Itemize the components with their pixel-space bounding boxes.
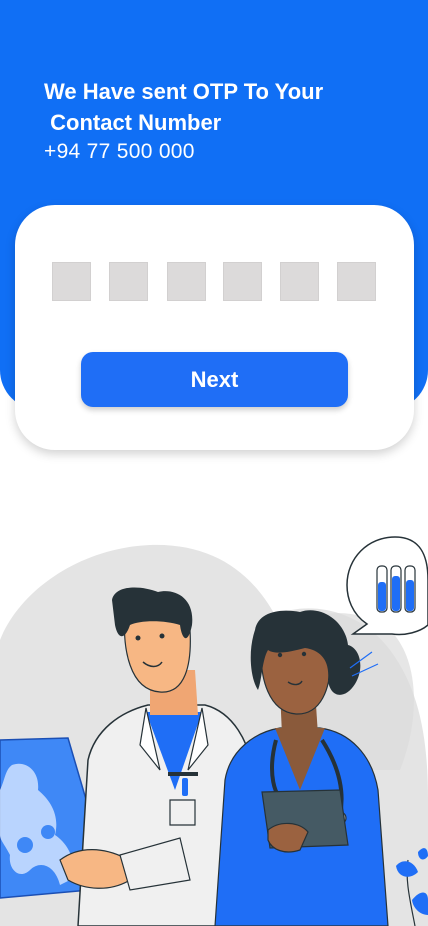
doctor-and-nurse-illustration [0, 536, 428, 926]
otp-digit-input-5[interactable] [280, 262, 319, 301]
otp-sent-message: We Have sent OTP To Your Contact Number [44, 79, 324, 135]
otp-digit-input-3[interactable] [167, 262, 206, 301]
otp-digit-input-6[interactable] [337, 262, 376, 301]
otp-verification-screen: We Have sent OTP To Your Contact Number … [0, 0, 428, 926]
otp-digit-input-4[interactable] [223, 262, 262, 301]
otp-digit-input-2[interactable] [109, 262, 148, 301]
phone-number: +94 77 500 000 [44, 140, 195, 163]
otp-card: Next [15, 205, 414, 450]
otp-digit-input-1[interactable] [52, 262, 91, 301]
next-button[interactable]: Next [81, 352, 348, 407]
